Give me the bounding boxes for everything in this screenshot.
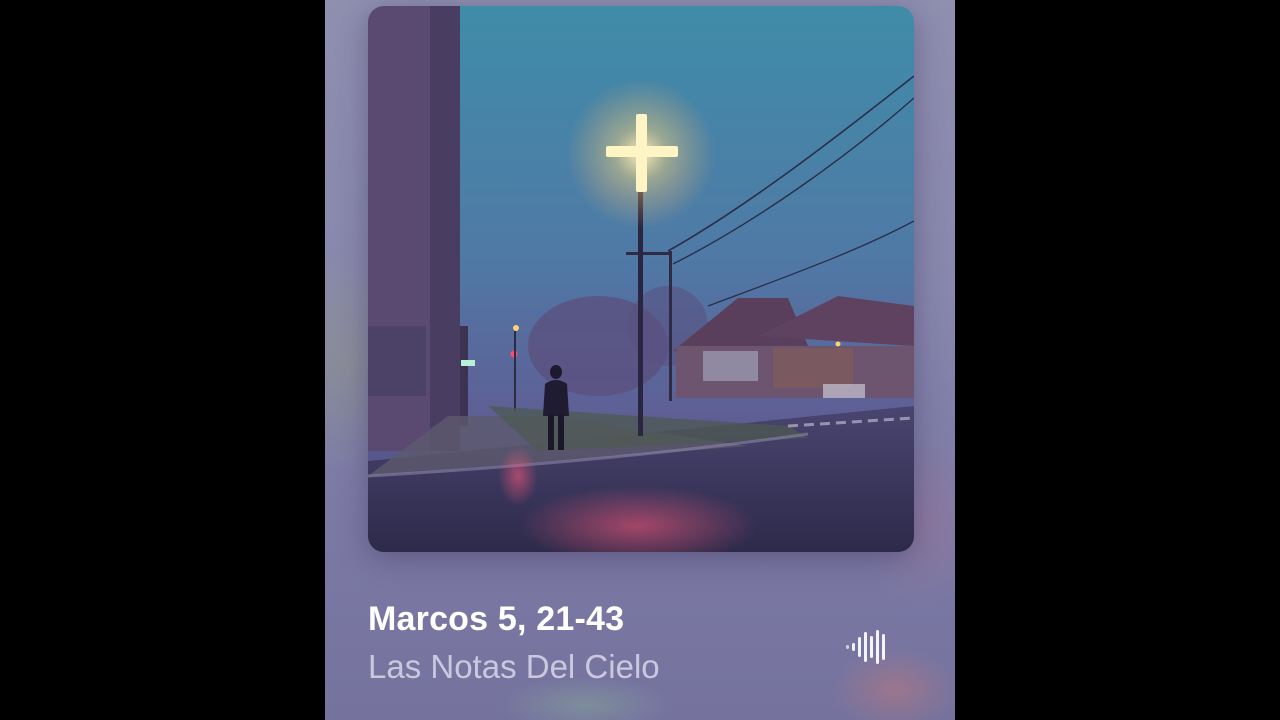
video-frame: Marcos 5, 21-43 Las Notas Del Cielo xyxy=(0,0,1280,720)
track-title[interactable]: Marcos 5, 21-43 xyxy=(368,600,624,639)
now-playing-panel: Marcos 5, 21-43 Las Notas Del Cielo xyxy=(325,0,955,720)
artwork-illustration xyxy=(368,6,914,552)
album-artwork[interactable] xyxy=(368,6,914,552)
playing-waveform-icon xyxy=(846,628,896,666)
artist-name[interactable]: Las Notas Del Cielo xyxy=(368,648,660,686)
